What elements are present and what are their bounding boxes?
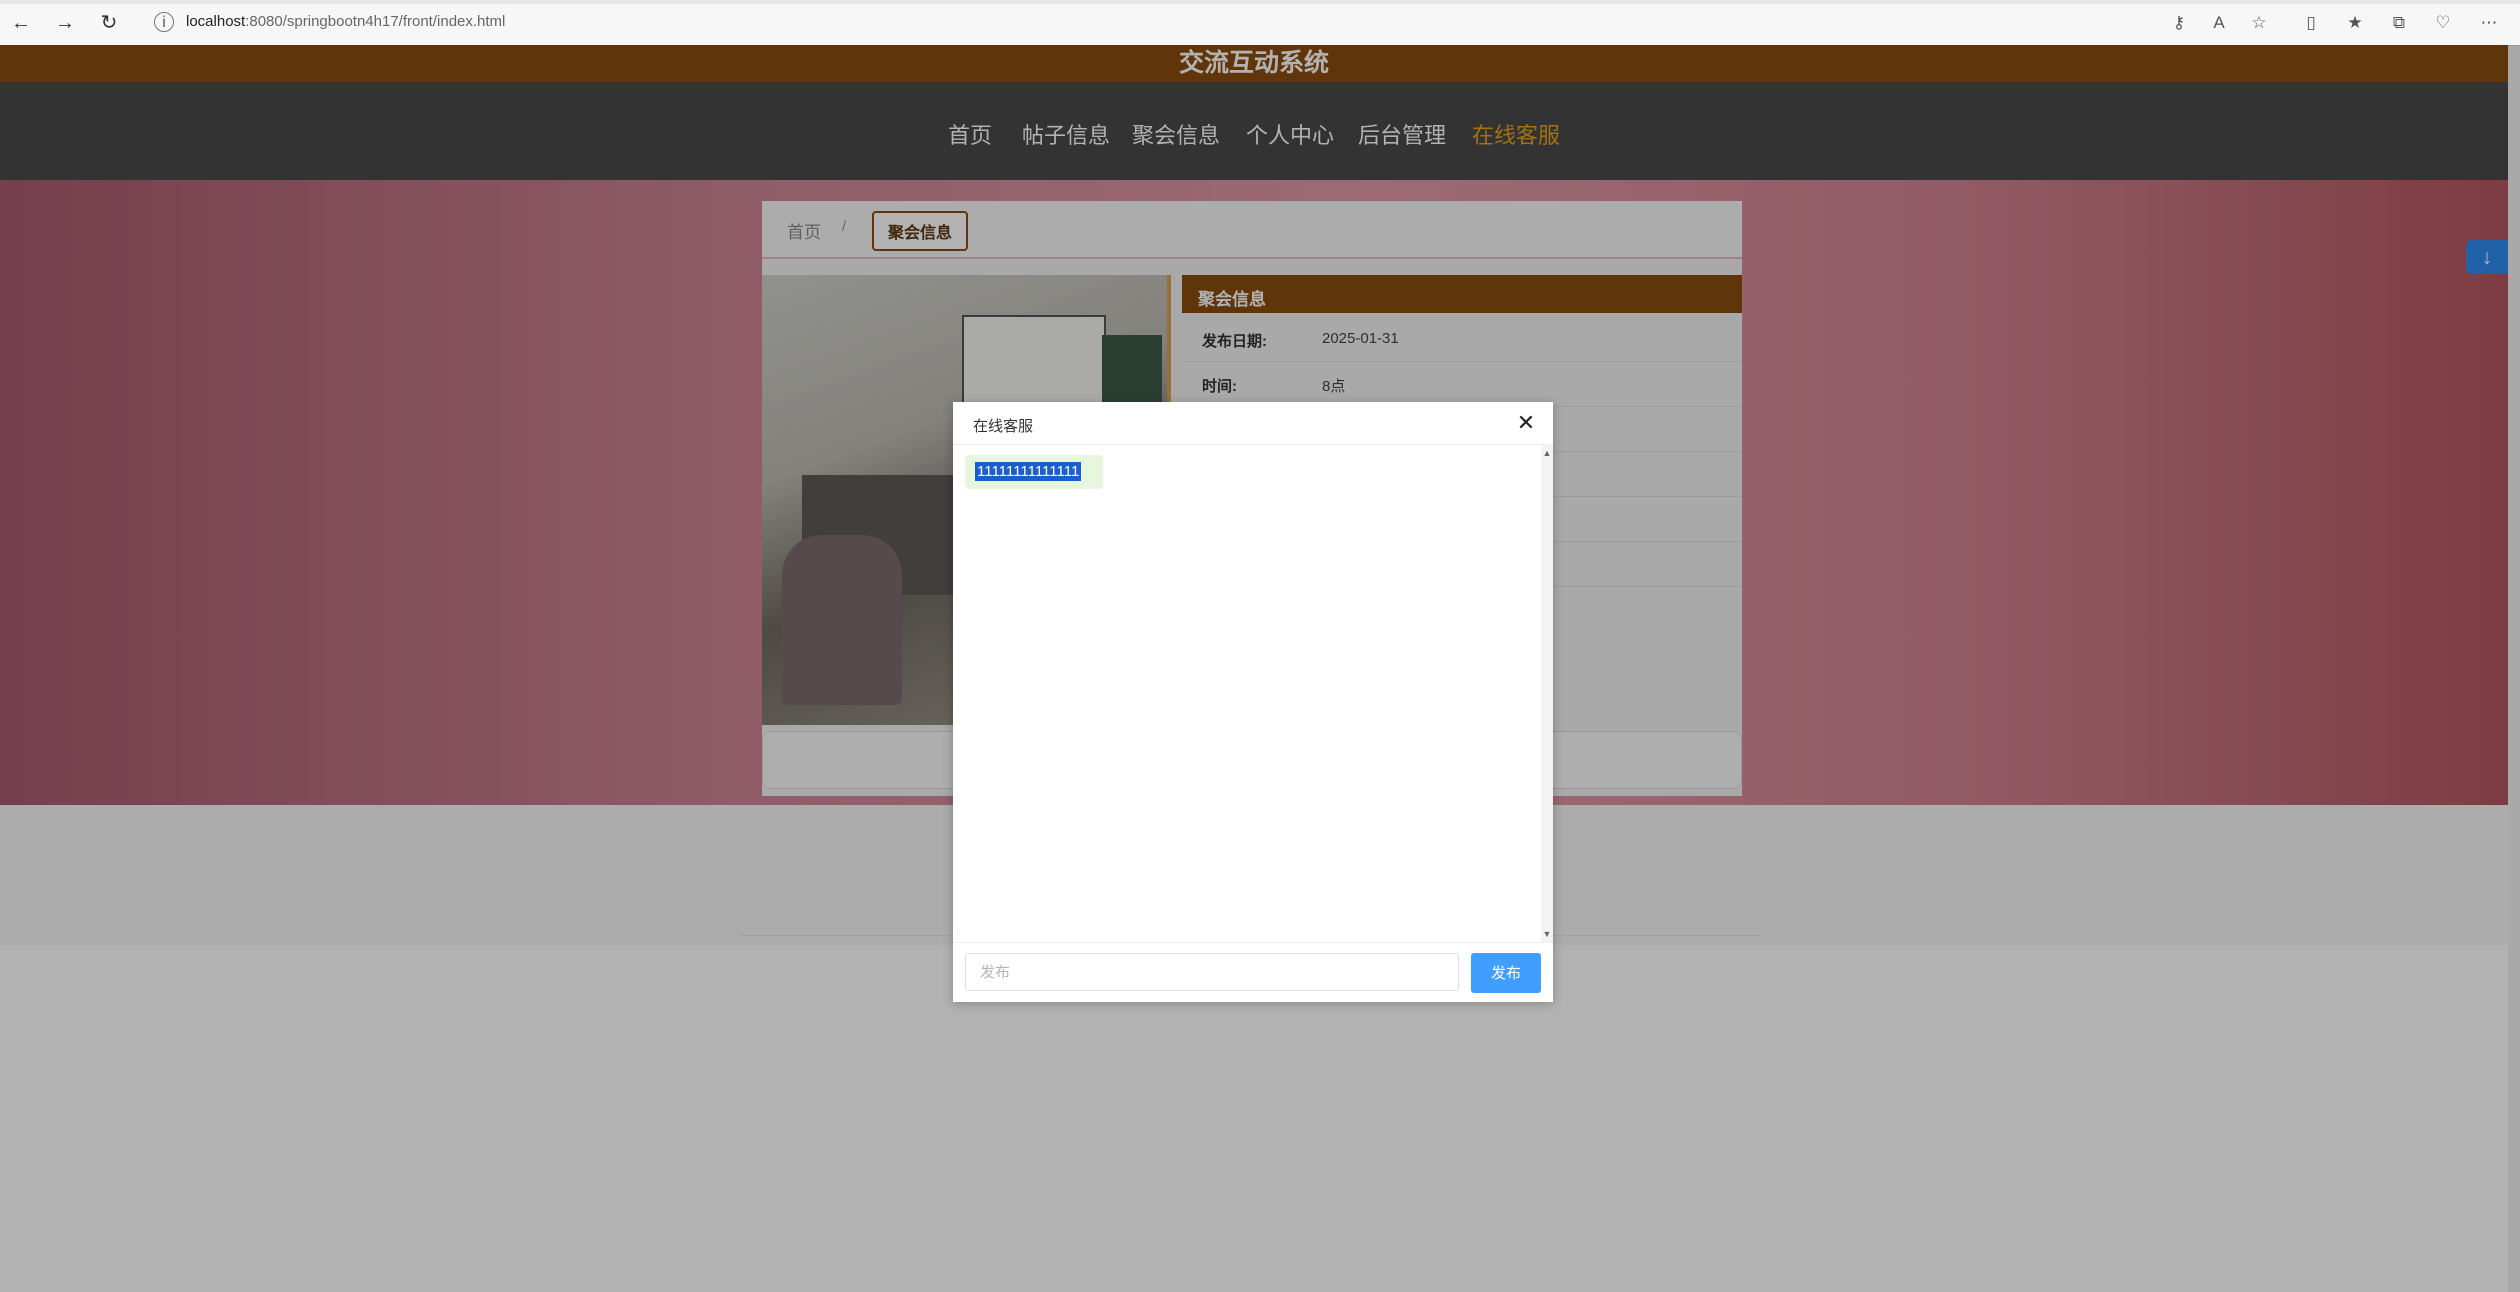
key-icon[interactable]: ⚷ (2166, 10, 2192, 36)
send-button[interactable]: 发布 (1471, 953, 1541, 993)
browser-toolbar: ← → ↻ i localhost:8080/springbootn4h17/f… (0, 0, 2520, 46)
favorites-icon[interactable]: ★ (2342, 10, 2368, 36)
scroll-down-icon[interactable]: ▼ (1541, 928, 1553, 940)
read-aloud-icon[interactable]: A (2206, 10, 2232, 36)
chat-message-area[interactable]: 11111111111111 ▲ ▼ (953, 445, 1553, 942)
address-bar[interactable]: i localhost:8080/springbootn4h17/front/i… (140, 6, 2200, 40)
split-screen-icon[interactable]: ▯ (2298, 10, 2324, 36)
back-icon[interactable]: ← (6, 8, 36, 38)
forward-icon[interactable]: → (50, 8, 80, 38)
dialog-header: 在线客服 ✕ (953, 402, 1553, 445)
url-path: :8080/springbootn4h17/front/index.html (245, 13, 506, 30)
chat-scrollbar[interactable]: ▲ ▼ (1541, 445, 1553, 942)
dialog-title: 在线客服 (973, 418, 1034, 435)
url-host: localhost (186, 13, 246, 30)
reload-icon[interactable]: ↻ (94, 8, 124, 38)
chat-message-text: 11111111111111 (975, 462, 1082, 481)
close-icon[interactable]: ✕ (1513, 410, 1539, 436)
chat-message: 11111111111111 (965, 455, 1104, 489)
address-url[interactable]: localhost:8080/springbootn4h17/front/ind… (186, 13, 505, 30)
scroll-up-icon[interactable]: ▲ (1541, 447, 1553, 459)
browser-essentials-icon[interactable]: ♡ (2430, 10, 2456, 36)
collections-icon[interactable]: ⧉ (2386, 10, 2412, 36)
dialog-footer: 发布 (953, 942, 1553, 1002)
site-info-icon[interactable]: i (154, 12, 174, 32)
tab-strip (0, 0, 2520, 4)
favorite-star-icon[interactable]: ☆ (2246, 10, 2272, 36)
more-menu-icon[interactable]: ⋯ (2476, 10, 2502, 36)
chat-input[interactable] (965, 953, 1459, 991)
chat-dialog: 在线客服 ✕ 11111111111111 ▲ ▼ 发布 (953, 402, 1553, 1002)
